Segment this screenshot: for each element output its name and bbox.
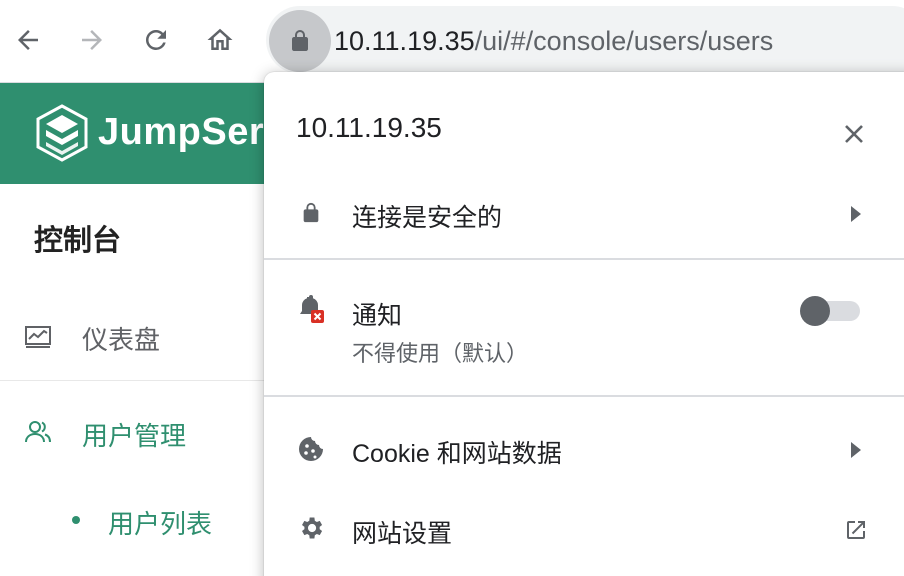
- cookies-label: Cookie 和网站数据: [352, 440, 562, 468]
- lock-icon: [292, 30, 308, 51]
- reload-button[interactable]: [136, 20, 176, 60]
- connection-label: 连接是安全的: [352, 204, 503, 232]
- lock-icon: [296, 198, 326, 228]
- url-host: 10.11.19.35: [334, 26, 475, 56]
- popup-divider: [264, 395, 904, 397]
- dashboard-icon: [25, 326, 51, 348]
- reload-icon: [145, 29, 166, 50]
- arrow-left-icon: [18, 30, 38, 50]
- jumpserver-logo-icon: [36, 104, 88, 162]
- sidebar-subitem-user-list[interactable]: 用户列表: [70, 500, 270, 540]
- home-icon: [207, 28, 233, 50]
- cookies-row[interactable]: Cookie 和网站数据: [264, 428, 904, 478]
- close-icon: [845, 125, 863, 143]
- chevron-right-icon: [851, 206, 861, 222]
- active-dot: [72, 516, 80, 524]
- sidebar-title: 控制台: [34, 225, 122, 257]
- users-icon: [25, 421, 51, 443]
- toggle-knob: [800, 296, 830, 326]
- chevron-right-icon: [851, 442, 861, 458]
- cookie-icon: [296, 434, 326, 464]
- bell-blocked-icon: [296, 294, 326, 324]
- url-path: /ui/#/console/users/users: [474, 26, 774, 56]
- notifications-status: 不得使用（默认）: [352, 341, 529, 366]
- external-link-icon: [847, 521, 865, 539]
- browser-window: 10.11.19.35/ui/#/console/users/users Jum…: [0, 0, 904, 576]
- notifications-label: 通知: [352, 302, 403, 330]
- browser-toolbar: 10.11.19.35/ui/#/console/users/users: [0, 0, 904, 83]
- site-settings-label: 网站设置: [352, 520, 453, 548]
- sidebar: 控制台 仪表盘 用户管理 用户列表: [0, 184, 270, 576]
- sidebar-item-dashboard[interactable]: 仪表盘: [0, 306, 270, 366]
- gear-icon: [296, 513, 326, 543]
- app-header: JumpSer: [0, 83, 270, 184]
- sidebar-item-label: 仪表盘: [82, 325, 161, 355]
- sidebar-item-label: 用户管理: [82, 421, 187, 451]
- arrow-right-icon: [82, 30, 102, 50]
- connection-security-row[interactable]: 连接是安全的: [264, 190, 904, 240]
- notifications-toggle[interactable]: [800, 296, 860, 326]
- sidebar-divider: [0, 380, 270, 381]
- url-text[interactable]: 10.11.19.35/ui/#/console/users/users: [334, 22, 773, 60]
- site-info-button[interactable]: [269, 10, 331, 72]
- popup-host: 10.11.19.35: [296, 112, 442, 143]
- notifications-row: 通知 不得使用（默认）: [264, 290, 904, 370]
- brand-name: JumpSer: [98, 111, 265, 153]
- close-button[interactable]: [836, 116, 872, 152]
- home-button[interactable]: [200, 20, 240, 60]
- site-info-popup: 10.11.19.35 连接是安全的 通知 不得使用（默认） Cookie 和网…: [264, 72, 904, 576]
- forward-button[interactable]: [72, 20, 112, 60]
- site-settings-row[interactable]: 网站设置: [264, 508, 904, 558]
- sidebar-subitem-label: 用户列表: [108, 509, 213, 539]
- sidebar-item-user-management[interactable]: 用户管理: [0, 402, 270, 462]
- popup-divider: [264, 258, 904, 260]
- back-button[interactable]: [8, 20, 48, 60]
